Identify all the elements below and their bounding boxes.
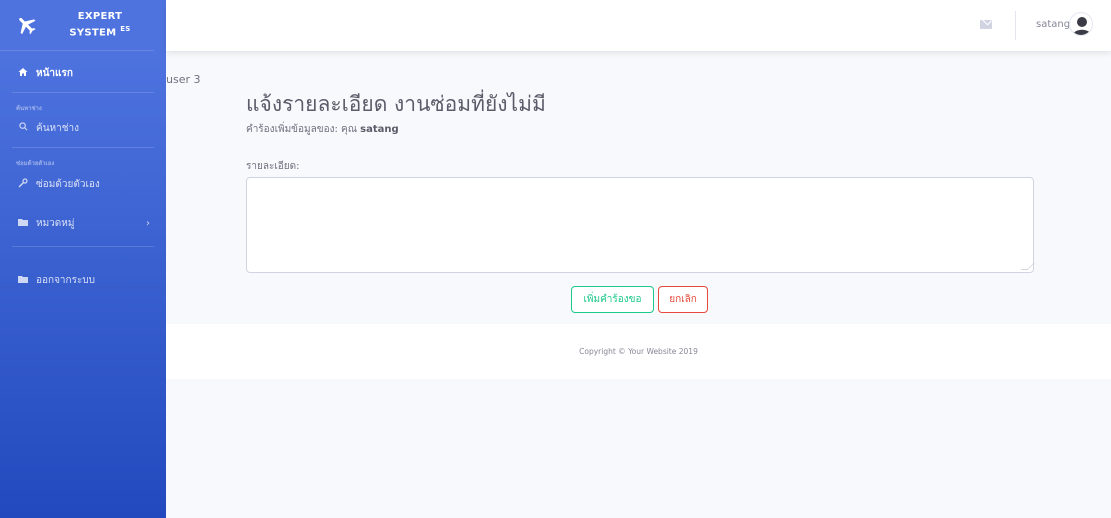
wrench-icon: [16, 177, 30, 191]
detail-textarea[interactable]: [246, 177, 1034, 273]
folder-icon: [16, 275, 30, 286]
sidebar-item-category[interactable]: หมวดหมู่ ›: [0, 204, 166, 242]
sidebar-item-label: หมวดหมู่: [36, 217, 75, 229]
brand-line1: EXPERT: [77, 11, 123, 23]
brand-sup: ES: [120, 25, 131, 34]
topbar-divider: [1015, 11, 1016, 40]
detail-label: รายละเอียด:: [246, 161, 300, 172]
copyright-text: Copyright © Your Website 2019: [579, 347, 698, 356]
sidebar-heading-search: ค้นหาช่าง: [16, 105, 42, 112]
chevron-right-icon: ›: [146, 217, 150, 229]
add-request-button[interactable]: เพิ่มคำร้องขอ: [571, 286, 654, 313]
sidebar-item-home[interactable]: หน้าแรก: [0, 54, 166, 92]
sidebar-item-label: ค้นหาช่าง: [36, 122, 80, 134]
request-subtitle: คำร้องเพิ่มข้อมูลของ: คุณ satang: [246, 122, 399, 137]
subtitle-user: satang: [360, 124, 399, 135]
folder-icon: [16, 218, 30, 229]
brand-name: EXPERT SYSTEM ES: [42, 10, 154, 39]
brand[interactable]: EXPERT SYSTEM ES: [0, 0, 154, 51]
search-icon: [16, 122, 30, 134]
sidebar-item-logout[interactable]: ออกจากระบบ: [0, 261, 166, 299]
user-avatar-icon[interactable]: [1069, 12, 1093, 36]
airplane-icon: [12, 10, 42, 40]
sidebar-divider: [12, 246, 154, 247]
sidebar-item-self-repair[interactable]: ซ่อมด้วยตัวเอง: [0, 170, 166, 198]
sidebar: EXPERT SYSTEM ES หน้าแรก ค้นหาช่าง ค้นหา…: [0, 0, 166, 518]
page-title: แจ้งรายละเอียด งานซ่อมที่ยังไม่มี: [246, 92, 546, 116]
sidebar-item-search-technician[interactable]: ค้นหาช่าง: [0, 115, 166, 141]
home-icon: [16, 67, 30, 80]
envelope-icon[interactable]: [980, 20, 992, 29]
cancel-button[interactable]: ยกเลิก: [658, 286, 708, 313]
user-name[interactable]: satang: [1036, 19, 1070, 30]
brand-line2: SYSTEM: [69, 27, 117, 39]
sidebar-heading-self-repair: ซ่อมด้วยตัวเอง: [16, 160, 55, 167]
topbar: satang: [166, 0, 1111, 51]
sidebar-item-label: หน้าแรก: [36, 67, 73, 79]
sidebar-item-label: ซ่อมด้วยตัวเอง: [36, 178, 100, 190]
breadcrumb: user 3: [166, 73, 201, 86]
footer: Copyright © Your Website 2019: [166, 324, 1111, 379]
sidebar-item-label: ออกจากระบบ: [36, 274, 96, 286]
subtitle-prefix: คำร้องเพิ่มข้อมูลของ: คุณ: [246, 124, 361, 135]
